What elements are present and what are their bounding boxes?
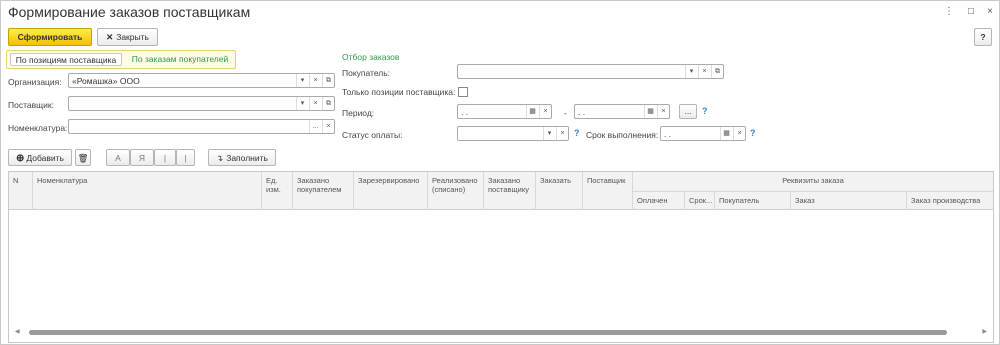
organization-value: «Ромашка» ООО — [72, 76, 140, 86]
only-supplier-checkbox[interactable] — [458, 87, 468, 97]
dropdown-icon[interactable]: ▾ — [685, 65, 697, 78]
dropdown-icon[interactable]: ▾ — [543, 127, 555, 140]
period-from-value: . . — [461, 107, 469, 117]
dropdown-icon[interactable]: ▾ — [296, 74, 308, 87]
add-button[interactable]: ⊕ Добавить — [8, 149, 72, 166]
select-icon[interactable]: ... — [309, 120, 321, 133]
help-button[interactable]: ? — [974, 28, 992, 46]
open-icon[interactable]: ⧉ — [322, 74, 334, 87]
buyer-label: Покупатель: — [342, 68, 391, 78]
organization-field[interactable]: «Ромашка» ООО ▾ × ⧉ — [68, 73, 335, 88]
period-from-field[interactable]: . . ▦ × — [457, 104, 552, 119]
close-button[interactable]: ✕ Закрыть — [97, 28, 158, 46]
due-date-help-icon[interactable]: ? — [750, 128, 756, 138]
restore-icon[interactable]: □ — [964, 5, 978, 19]
fill-button[interactable]: ↴ Заполнить — [208, 149, 276, 166]
col-ordered-by-buyer[interactable]: Заказано покупателем — [293, 172, 354, 210]
format-a-button[interactable]: A — [106, 149, 130, 166]
fill-button-label: Заполнить — [226, 153, 268, 163]
delete-icon[interactable]: 🗑 — [75, 149, 91, 166]
col-due[interactable]: Срок... — [685, 191, 715, 210]
app-window: Формирование заказов поставщикам ⋮ □ × С… — [0, 0, 1000, 345]
table-header: N Номенклатура Ед. изм. Заказано покупат… — [9, 172, 993, 210]
due-date-label: Срок выполнения: — [586, 130, 659, 140]
calendar-icon[interactable]: ▦ — [526, 105, 538, 118]
calendar-icon[interactable]: ▦ — [644, 105, 656, 118]
more-icon[interactable]: ⋮ — [942, 5, 956, 19]
filter-section-title: Отбор заказов — [342, 52, 400, 62]
due-date-field[interactable]: . . ▦ × — [660, 126, 746, 141]
payment-status-field[interactable]: ▾ × — [457, 126, 569, 141]
clear-icon[interactable]: × — [733, 127, 745, 140]
format-ya-button[interactable]: Я — [130, 149, 154, 166]
scroll-right-icon[interactable]: ▶ — [982, 328, 987, 335]
clear-icon[interactable]: × — [309, 74, 321, 87]
close-button-label: Закрыть — [116, 32, 149, 42]
period-help-icon[interactable]: ? — [702, 106, 708, 116]
clear-icon[interactable]: × — [556, 127, 568, 140]
col-order-details[interactable]: Реквизиты заказа — [633, 172, 993, 191]
horizontal-scrollbar[interactable]: ◀ ▶ — [15, 328, 987, 336]
fill-icon: ↴ — [216, 153, 224, 163]
col-buyer[interactable]: Покупатель — [715, 191, 791, 210]
open-icon[interactable]: ⧉ — [711, 65, 723, 78]
col-reserved[interactable]: Зарезервировано — [354, 172, 428, 210]
organization-label: Организация: — [8, 77, 62, 87]
nomenclature-field[interactable]: ... × — [68, 119, 335, 134]
payment-help-icon[interactable]: ? — [574, 128, 580, 138]
supplier-field[interactable]: ▾ × ⧉ — [68, 96, 335, 111]
clear-icon[interactable]: × — [539, 105, 551, 118]
col-n[interactable]: N — [9, 172, 33, 210]
col-order[interactable]: Заказ — [791, 191, 907, 210]
clear-icon[interactable]: × — [322, 120, 334, 133]
window-title: Формирование заказов поставщикам — [8, 4, 251, 20]
move-up-button[interactable]: | — [154, 149, 176, 166]
col-unit[interactable]: Ед. изм. — [262, 172, 293, 210]
scrollbar-thumb[interactable] — [29, 330, 947, 335]
tab-by-customer-orders[interactable]: По заказам покупателей — [126, 53, 234, 66]
move-down-button[interactable]: | — [176, 149, 195, 166]
clear-icon[interactable]: × — [309, 97, 321, 110]
col-to-order[interactable]: Заказать — [536, 172, 583, 210]
buyer-field[interactable]: ▾ × ⧉ — [457, 64, 724, 79]
scroll-left-icon[interactable]: ◀ — [15, 328, 20, 335]
only-supplier-label: Только позиции поставщика: — [342, 87, 456, 97]
form-button[interactable]: Сформировать — [8, 28, 92, 46]
nomenclature-label: Номенклатура: — [8, 123, 68, 133]
col-paid[interactable]: Оплачен — [633, 191, 685, 210]
period-label: Период: — [342, 108, 375, 118]
period-select-button[interactable]: ... — [679, 104, 697, 119]
col-production-order[interactable]: Заказ производства — [907, 191, 993, 210]
add-icon: ⊕ — [16, 153, 25, 164]
add-button-label: Добавить — [26, 153, 64, 163]
close-icon[interactable]: × — [983, 5, 997, 19]
col-realized[interactable]: Реализовано (списано) — [428, 172, 484, 210]
clear-icon[interactable]: × — [657, 105, 669, 118]
orders-table[interactable]: N Номенклатура Ед. изм. Заказано покупат… — [8, 171, 994, 343]
tab-by-supplier-positions[interactable]: По позициям поставщика — [10, 53, 122, 66]
close-x-icon: ✕ — [106, 32, 114, 42]
payment-status-label: Статус оплаты: — [342, 130, 403, 140]
due-date-value: . . — [664, 129, 672, 139]
col-nomenclature[interactable]: Номенклатура — [33, 172, 262, 210]
col-ordered-to-supplier[interactable]: Заказано поставщику — [484, 172, 536, 210]
period-to-value: . . — [578, 107, 586, 117]
mode-tabs: По позициям поставщика По заказам покупа… — [6, 50, 236, 69]
supplier-label: Поставщик: — [8, 100, 54, 110]
open-icon[interactable]: ⧉ — [322, 97, 334, 110]
clear-icon[interactable]: × — [698, 65, 710, 78]
calendar-icon[interactable]: ▦ — [720, 127, 732, 140]
period-to-field[interactable]: . . ▦ × — [574, 104, 670, 119]
period-dash: - — [564, 108, 567, 118]
dropdown-icon[interactable]: ▾ — [296, 97, 308, 110]
col-supplier[interactable]: Поставщик — [583, 172, 633, 210]
